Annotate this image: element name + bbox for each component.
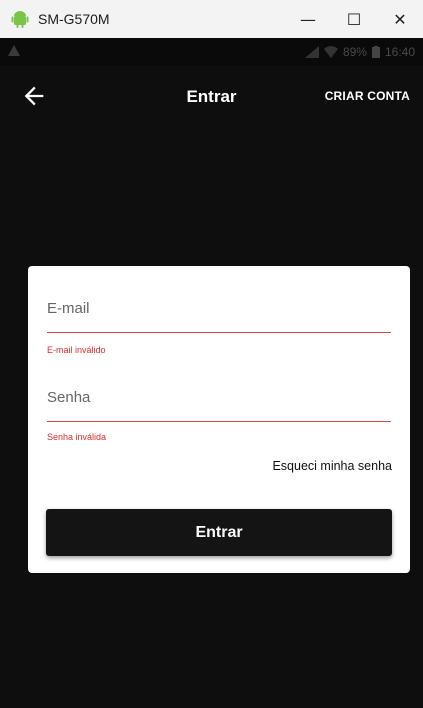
window-titlebar: SM-G570M — ☐ ✕ — [0, 0, 423, 39]
email-field[interactable]: E-mail — [47, 300, 90, 317]
minimize-button[interactable]: — — [285, 0, 331, 38]
signal-icon — [304, 46, 319, 58]
window-controls: — ☐ ✕ — [285, 0, 423, 38]
status-time: 16:40 — [384, 45, 415, 59]
create-account-button[interactable]: CRIAR CONTA — [325, 89, 410, 103]
forgot-password-link[interactable]: Esqueci minha senha — [272, 459, 392, 473]
battery-icon — [371, 46, 380, 58]
maximize-button[interactable]: ☐ — [331, 0, 377, 38]
login-card: E-mail E-mail inválido Senha Senha invál… — [28, 266, 410, 573]
password-field[interactable]: Senha — [47, 389, 90, 406]
close-button[interactable]: ✕ — [377, 0, 423, 38]
window-title: SM-G570M — [38, 11, 110, 27]
password-underline — [47, 421, 391, 422]
warning-icon — [8, 45, 20, 56]
login-button[interactable]: Entrar — [46, 509, 392, 556]
app-bar: Entrar CRIAR CONTA — [0, 66, 423, 126]
password-error: Senha inválida — [47, 432, 107, 442]
email-error: E-mail inválido — [47, 345, 106, 355]
android-status-bar: 89% 16:40 — [0, 38, 423, 66]
wifi-icon — [323, 46, 338, 58]
email-underline — [47, 332, 391, 333]
android-icon — [11, 11, 29, 28]
battery-percent: 89% — [342, 45, 367, 59]
